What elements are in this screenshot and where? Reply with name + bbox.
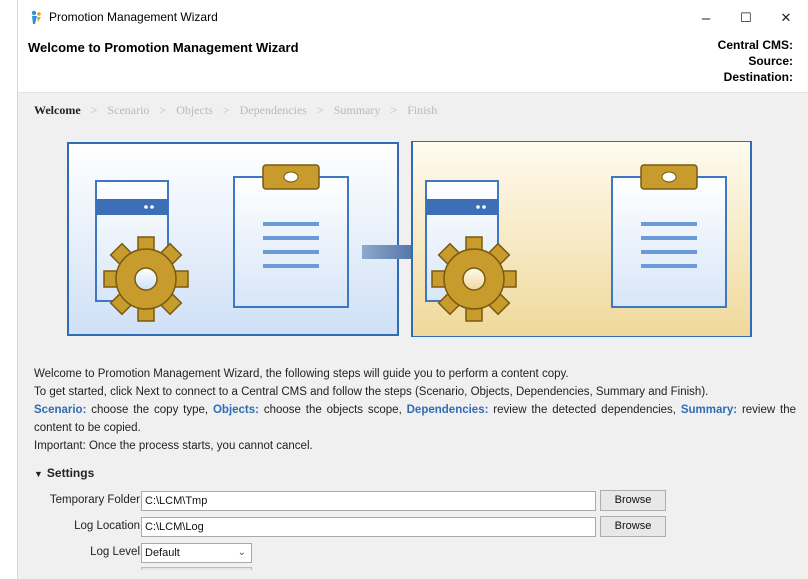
- breadcrumb-step-finish: Finish: [407, 103, 438, 117]
- log-level-value: Default: [145, 547, 180, 559]
- breadcrumb-separator: >: [90, 103, 98, 117]
- log-level-label: Log Level: [90, 546, 140, 558]
- source-label: Source:: [748, 54, 793, 68]
- breadcrumb-step-summary: Summary: [333, 103, 381, 117]
- minimize-button[interactable]: –: [686, 4, 726, 32]
- window-title: Promotion Management Wizard: [49, 10, 218, 24]
- breadcrumb-step-objects: Objects: [176, 103, 213, 117]
- log-location-label: Log Location: [74, 520, 140, 532]
- wizard-header: Welcome to Promotion Management Wizard C…: [18, 34, 808, 91]
- desktop-background: [0, 0, 17, 579]
- destination-label: Destination:: [723, 70, 793, 84]
- temp-folder-label: Temporary Folder: [49, 494, 140, 506]
- wizard-body: Welcome > Scenario > Objects > Dependenc…: [18, 93, 808, 579]
- description-line-2: To get started, click Next to connect to…: [34, 386, 709, 398]
- scenario-text: choose the copy type,: [86, 404, 213, 416]
- browse-log-location-button[interactable]: Browse: [600, 516, 666, 537]
- wizard-window: Promotion Management Wizard – ☐ ✕ Welcom…: [17, 0, 808, 579]
- close-button[interactable]: ✕: [766, 4, 806, 32]
- app-icon: [31, 10, 41, 24]
- maximize-button[interactable]: ☐: [726, 4, 766, 32]
- breadcrumb: Welcome > Scenario > Objects > Dependenc…: [34, 103, 437, 118]
- breadcrumb-step-welcome: Welcome: [34, 103, 81, 117]
- page-title: Welcome to Promotion Management Wizard: [28, 40, 299, 55]
- log-level-select[interactable]: Default ⌄: [141, 543, 252, 563]
- summary-label: Summary:: [680, 404, 738, 416]
- description-line-1: Welcome to Promotion Management Wizard, …: [34, 368, 569, 380]
- objects-label: Objects:: [212, 404, 259, 416]
- chevron-down-icon: ⌄: [237, 547, 246, 558]
- log-location-field[interactable]: C:\LCM\Log: [141, 517, 596, 537]
- scenario-label: Scenario:: [34, 404, 87, 416]
- breadcrumb-separator: >: [316, 103, 324, 117]
- browse-temp-folder-button[interactable]: Browse: [600, 490, 666, 511]
- dependencies-label: Dependencies:: [406, 404, 489, 416]
- next-setting-control[interactable]: [141, 567, 252, 570]
- wizard-description: Welcome to Promotion Management Wizard, …: [34, 365, 796, 455]
- breadcrumb-separator: >: [159, 103, 167, 117]
- dependencies-text: review the detected dependencies,: [488, 404, 681, 416]
- destination-system-icon: [411, 141, 752, 337]
- content-copy-illustration: [67, 141, 752, 337]
- temp-folder-field[interactable]: C:\LCM\Tmp: [141, 491, 596, 511]
- source-system-icon: [67, 142, 399, 336]
- central-cms-label: Central CMS:: [717, 38, 793, 52]
- breadcrumb-step-dependencies: Dependencies: [239, 103, 307, 117]
- description-warning: Important: Once the process starts, you …: [34, 440, 313, 452]
- collapse-caret-icon: ▼: [34, 469, 43, 479]
- connection-info: Central CMS: Source: Destination:: [718, 37, 793, 85]
- objects-text: choose the objects scope,: [258, 404, 407, 416]
- breadcrumb-step-scenario: Scenario: [107, 103, 150, 117]
- breadcrumb-separator: >: [390, 103, 398, 117]
- settings-heading: Settings: [46, 466, 95, 480]
- breadcrumb-separator: >: [222, 103, 230, 117]
- settings-section-toggle[interactable]: ▼ Settings: [34, 466, 94, 480]
- description-steps: Scenario: choose the copy type, Objects:…: [34, 401, 796, 437]
- title-bar[interactable]: Promotion Management Wizard – ☐ ✕: [18, 0, 808, 34]
